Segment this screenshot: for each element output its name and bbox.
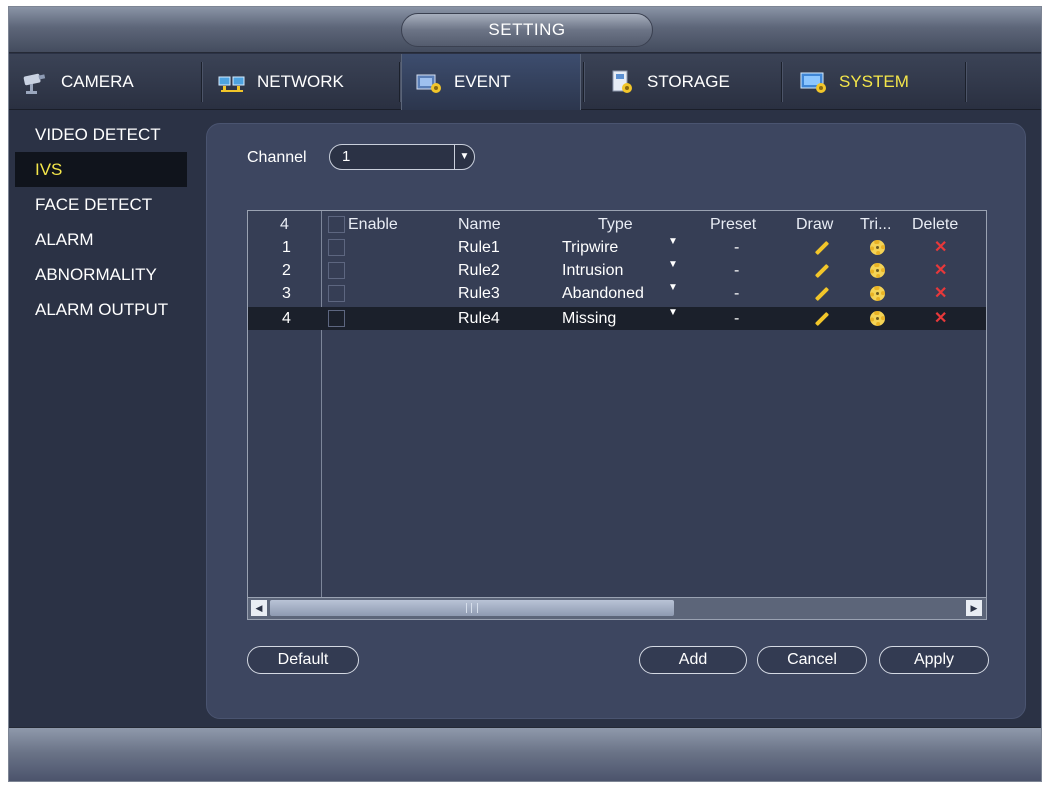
chevron-down-icon[interactable]: ▼ (668, 259, 678, 270)
sidebar-item-face-detect[interactable]: FACE DETECT (15, 187, 187, 222)
rule-preset: - (734, 285, 740, 302)
row-number: 2 (282, 262, 291, 279)
rule-name: Rule4 (458, 310, 500, 327)
gear-icon[interactable] (870, 311, 885, 326)
camera-icon (21, 69, 51, 95)
rule-type[interactable]: Tripwire (562, 236, 618, 259)
pencil-icon[interactable] (814, 311, 830, 327)
rule-type[interactable]: Missing (562, 307, 616, 330)
sidebar-item-video-detect[interactable]: VIDEO DETECT (15, 117, 187, 152)
scroll-right-icon[interactable]: ▶ (966, 600, 982, 616)
gear-icon[interactable] (870, 286, 885, 301)
tab-label: EVENT (454, 72, 511, 91)
tab-network[interactable]: NETWORK (205, 54, 395, 110)
header-count: 4 (280, 216, 289, 233)
grip-icon (466, 603, 478, 613)
tab-divider (399, 62, 400, 102)
enable-checkbox[interactable] (328, 239, 345, 256)
tab-label: SYSTEM (839, 72, 909, 91)
title-bar: SETTING (9, 7, 1041, 53)
event-icon (414, 69, 444, 95)
rule-name: Rule1 (458, 239, 500, 256)
table-row[interactable]: 1 Rule1 Tripwire ▼ - ✕ (248, 236, 986, 259)
sidebar-item-abnormality[interactable]: ABNORMALITY (15, 257, 187, 292)
horizontal-scrollbar[interactable]: ◀ ▶ (248, 597, 986, 619)
table-row[interactable]: 2 Rule2 Intrusion ▼ - ✕ (248, 259, 986, 282)
cancel-button[interactable]: Cancel (757, 646, 867, 674)
select-all-checkbox[interactable] (328, 216, 345, 233)
footer-bar (9, 727, 1041, 781)
sidebar-item-ivs[interactable]: IVS (15, 152, 187, 187)
tab-storage[interactable]: STORAGE (595, 54, 775, 110)
gear-icon[interactable] (870, 240, 885, 255)
row-number: 1 (282, 239, 291, 256)
pencil-icon[interactable] (814, 286, 830, 302)
sidebar-menu: VIDEO DETECT IVS FACE DETECT ALARM ABNOR… (15, 117, 187, 327)
scrollbar-thumb[interactable] (270, 600, 674, 616)
tab-divider (201, 62, 202, 102)
tab-camera[interactable]: CAMERA (9, 54, 199, 110)
rule-type[interactable]: Abandoned (562, 282, 644, 305)
window-title: SETTING (401, 13, 653, 47)
delete-icon[interactable]: ✕ (934, 307, 947, 330)
channel-value: 1 (342, 148, 351, 165)
header-type: Type (598, 216, 633, 233)
settings-window: SETTING CAMERA NETWORK EVENT STORAGE SYS… (8, 6, 1042, 782)
enable-checkbox[interactable] (328, 262, 345, 279)
pencil-icon[interactable] (814, 240, 830, 256)
chevron-down-icon[interactable]: ▼ (668, 282, 678, 293)
header-enable: Enable (348, 216, 398, 233)
header-draw: Draw (796, 216, 834, 233)
ivs-settings-panel: Channel 1 ▼ 4 Enable Name Type Preset Dr… (206, 123, 1026, 719)
channel-label: Channel (247, 149, 307, 166)
header-name: Name (458, 216, 501, 233)
table-row[interactable]: 3 Rule3 Abandoned ▼ - ✕ (248, 282, 986, 305)
chevron-down-icon[interactable]: ▼ (668, 236, 678, 247)
header-trigger: Tri... (860, 216, 892, 233)
rule-name: Rule2 (458, 262, 500, 279)
enable-checkbox[interactable] (328, 285, 345, 302)
rule-name: Rule3 (458, 285, 500, 302)
apply-button[interactable]: Apply (879, 646, 989, 674)
network-icon (217, 69, 247, 95)
rule-preset: - (734, 310, 740, 327)
delete-icon[interactable]: ✕ (934, 236, 947, 259)
chevron-down-icon[interactable]: ▼ (454, 145, 474, 169)
table-row[interactable]: 4 Rule4 Missing ▼ - ✕ (248, 307, 986, 330)
header-delete: Delete (912, 216, 959, 233)
rule-preset: - (734, 239, 740, 256)
channel-select[interactable]: 1 ▼ (329, 144, 475, 170)
tab-system[interactable]: SYSTEM (787, 54, 967, 110)
delete-icon[interactable]: ✕ (934, 282, 947, 305)
delete-icon[interactable]: ✕ (934, 259, 947, 282)
system-icon (799, 69, 829, 95)
enable-checkbox[interactable] (328, 310, 345, 327)
scroll-left-icon[interactable]: ◀ (251, 600, 267, 616)
rule-preset: - (734, 262, 740, 279)
tab-label: STORAGE (647, 72, 730, 91)
tab-label: NETWORK (257, 72, 344, 91)
chevron-down-icon[interactable]: ▼ (668, 307, 678, 318)
tab-divider (583, 62, 584, 102)
rule-table: 4 Enable Name Type Preset Draw Tri... De… (247, 210, 987, 620)
add-button[interactable]: Add (639, 646, 747, 674)
sidebar-item-alarm[interactable]: ALARM (15, 222, 187, 257)
tab-bar: CAMERA NETWORK EVENT STORAGE SYSTEM (9, 54, 1041, 110)
row-number: 4 (282, 310, 291, 327)
tab-event[interactable]: EVENT (401, 54, 581, 110)
header-preset: Preset (710, 216, 757, 233)
table-header: 4 Enable Name Type Preset Draw Tri... De… (248, 213, 986, 236)
pencil-icon[interactable] (814, 263, 830, 279)
tab-divider (965, 62, 966, 102)
row-number: 3 (282, 285, 291, 302)
default-button[interactable]: Default (247, 646, 359, 674)
tab-label: CAMERA (61, 72, 134, 91)
gear-icon[interactable] (870, 263, 885, 278)
storage-icon (607, 69, 637, 95)
tab-divider (781, 62, 782, 102)
rule-type[interactable]: Intrusion (562, 259, 623, 282)
sidebar-item-alarm-output[interactable]: ALARM OUTPUT (15, 292, 187, 327)
